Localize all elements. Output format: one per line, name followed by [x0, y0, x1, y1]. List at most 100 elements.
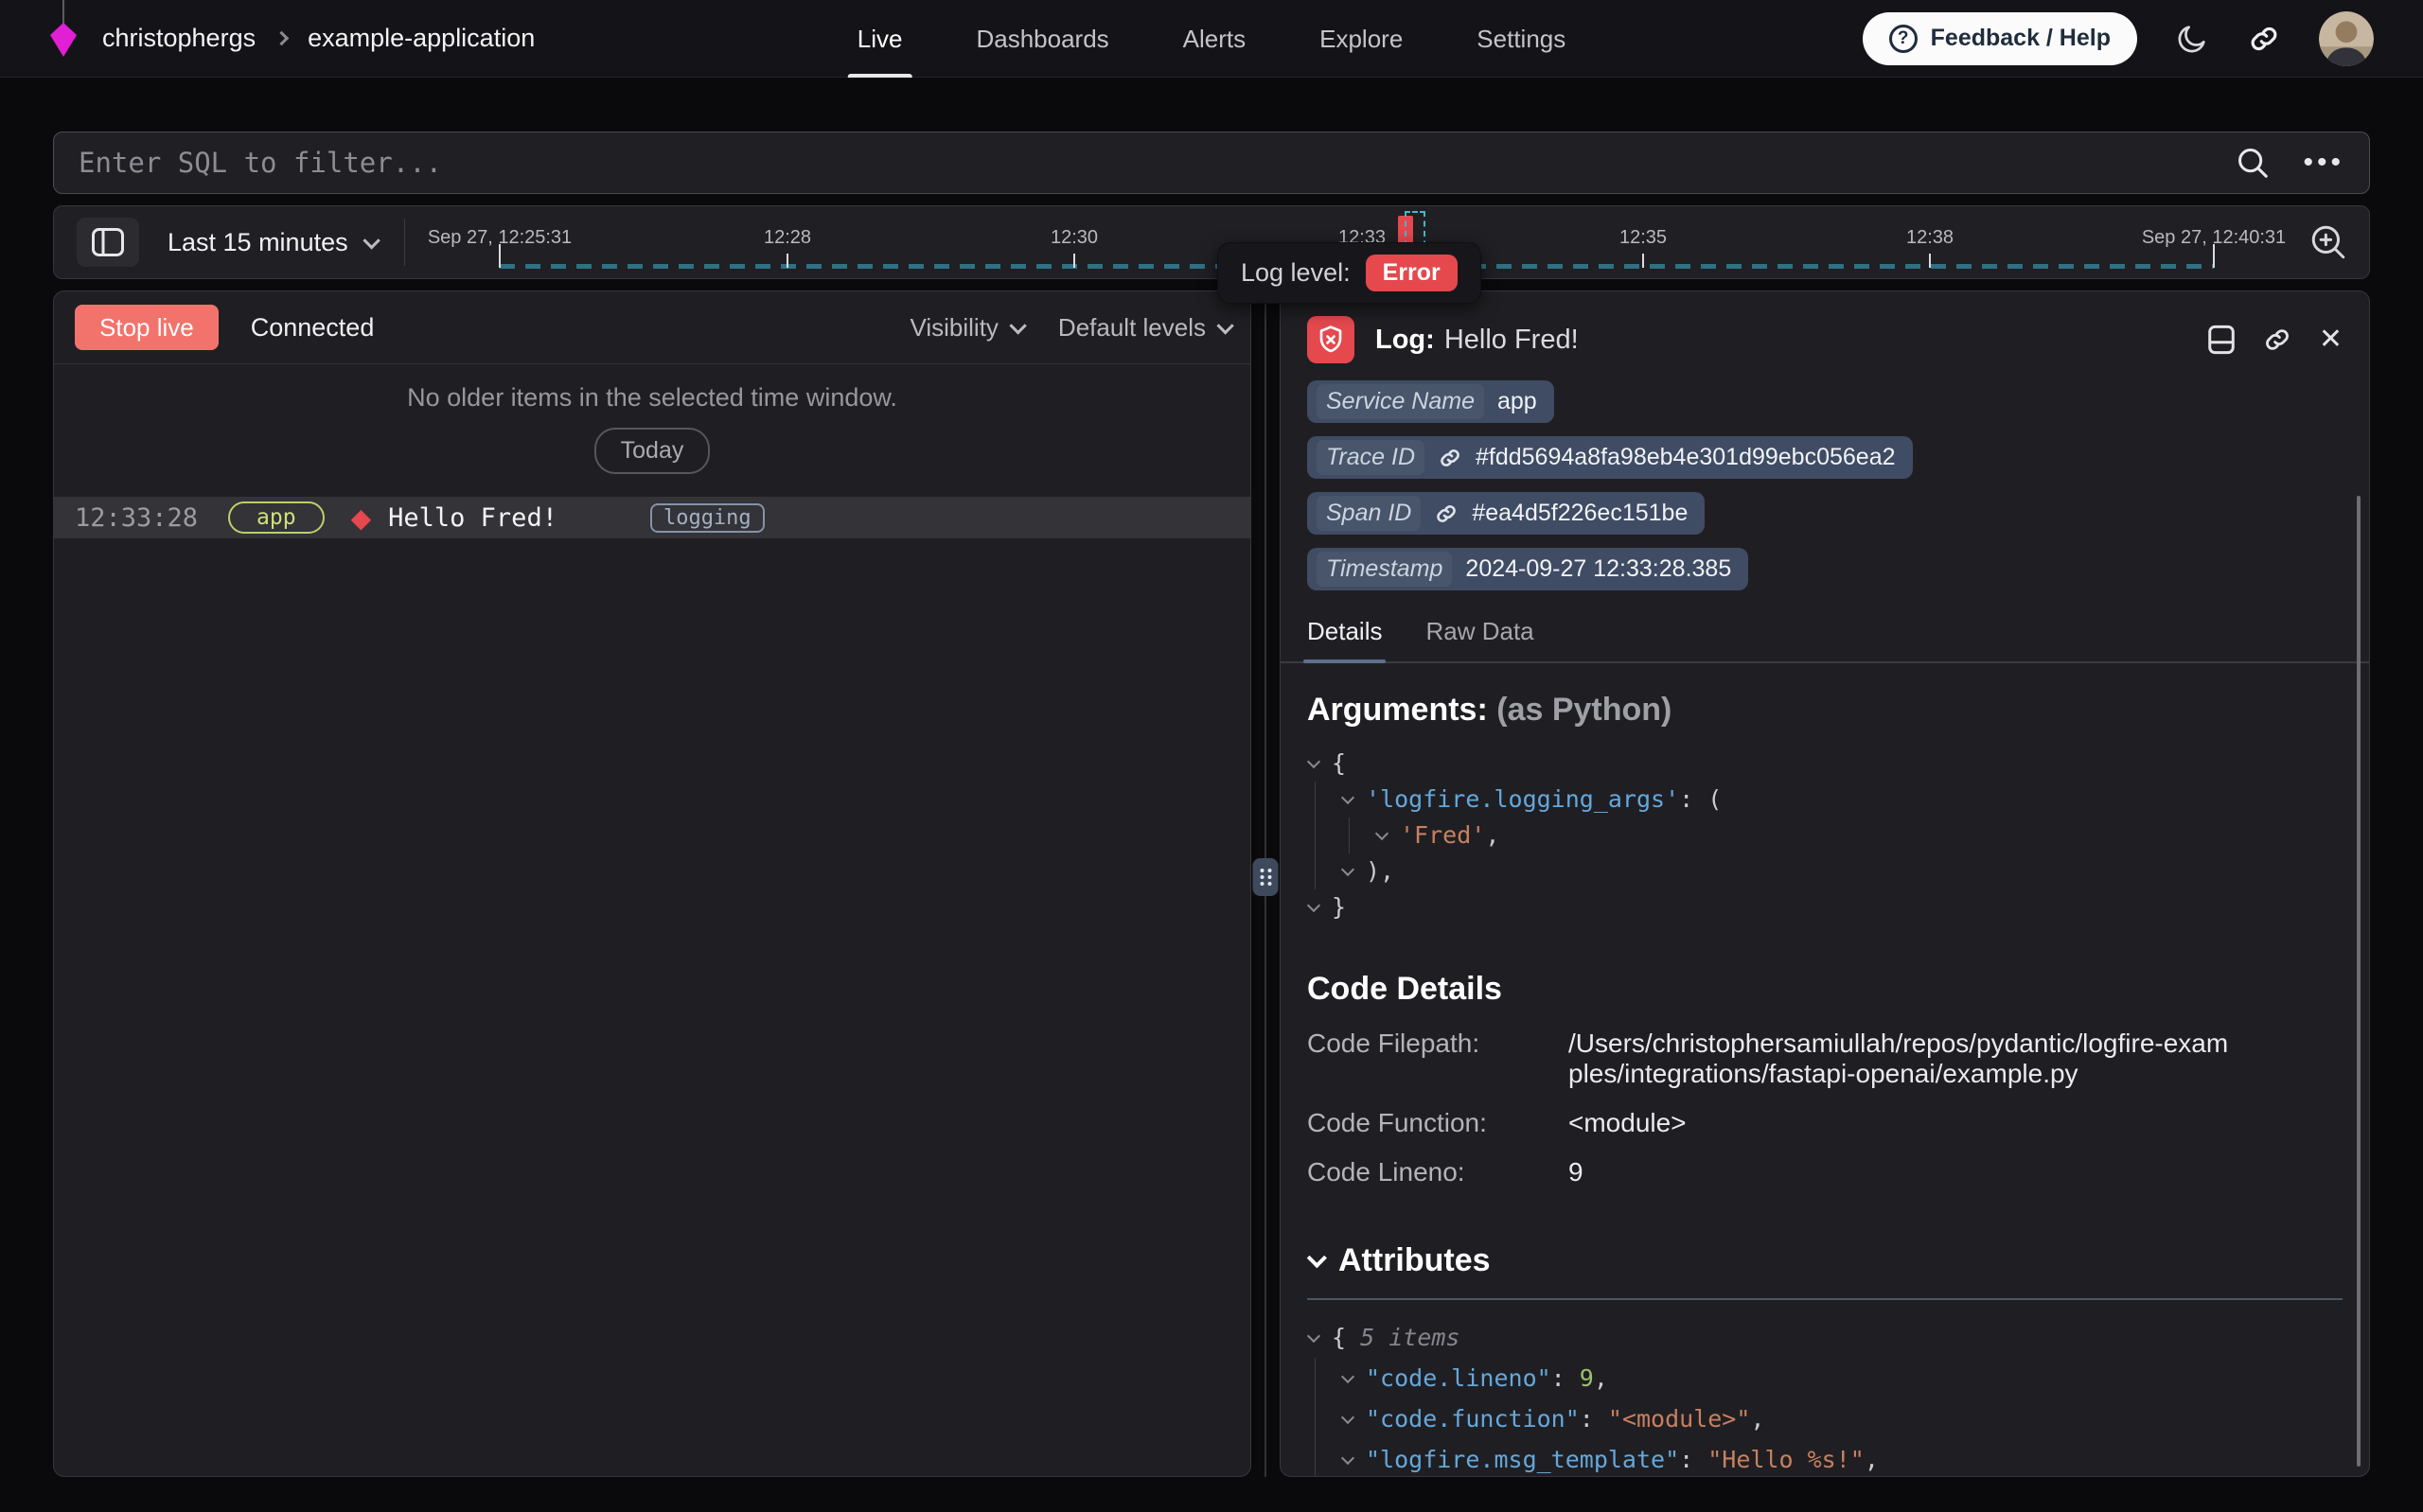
tree-line: 'Fred', [1307, 818, 2343, 853]
breadcrumb-project[interactable]: example-application [308, 24, 535, 53]
token-punct: : ( [1679, 782, 1722, 818]
token-punct: : [1679, 1439, 1707, 1477]
timeline-tick-label: 12:38 [1906, 227, 1954, 249]
code-details-heading: Code Details [1307, 971, 2343, 1008]
sql-filter-input[interactable]: Enter SQL to filter... [79, 147, 2235, 179]
timeline-divider [404, 219, 405, 266]
detail-panel: Log: Hello Fred! ✕ Service Nameapp Trace I… [1280, 290, 2370, 1477]
timeline-tick [2213, 244, 2215, 268]
detail-title-prefix: Log: [1375, 325, 1435, 355]
error-shield-icon [1307, 316, 1354, 363]
connection-status: Connected [251, 313, 375, 343]
attributes-divider [1307, 1298, 2343, 1300]
link-icon [1438, 446, 1462, 470]
filter-menu-button[interactable]: ••• [2303, 149, 2344, 177]
sidebar-toggle-button[interactable] [77, 218, 139, 267]
token-punct: : [1580, 1398, 1608, 1439]
tab-settings[interactable]: Settings [1477, 0, 1565, 78]
collapse-chevron-icon[interactable] [1341, 782, 1366, 818]
collapse-chevron-icon[interactable] [1307, 746, 1332, 782]
tag-pill-value: #fdd5694a8fa98eb4e301d99ebc056ea2 [1476, 444, 1896, 471]
token-key: "code.function" [1366, 1398, 1580, 1439]
timeline-tick [1073, 254, 1075, 268]
tree-line: ), [1307, 853, 2343, 889]
panel-layout-button[interactable] [2207, 324, 2236, 356]
logfire-logo[interactable] [49, 0, 78, 78]
detail-tab-details[interactable]: Details [1307, 617, 1382, 661]
tab-alerts[interactable]: Alerts [1183, 0, 1246, 78]
token-key: "logfire.msg_template" [1366, 1439, 1679, 1477]
detail-header: Log: Hello Fred! ✕ [1281, 291, 2369, 377]
arguments-tree[interactable]: {'logfire.logging_args': ('Fred',),} [1307, 746, 2343, 925]
attributes-tree[interactable]: { 5 items"code.lineno": 9,"code.function… [1307, 1317, 2343, 1477]
empty-state: No older items in the selected time wind… [54, 364, 1250, 474]
timeline-zoom-button[interactable] [2308, 222, 2348, 262]
link-icon [1434, 501, 1459, 526]
tag-pill-span-id[interactable]: Span ID#ea4d5f226ec151be [1307, 492, 1705, 535]
navbar: christophergs example-application Live Da… [0, 0, 2423, 78]
tag-pill-trace-id[interactable]: Trace ID#fdd5694a8fa98eb4e301d99ebc056ea… [1307, 436, 1913, 479]
indent-guide [1349, 818, 1375, 853]
link-icon [2262, 325, 2292, 355]
arguments-subheading: (as Python) [1496, 692, 1671, 728]
log-row[interactable]: 12:33:28 app ◆ Hello Fred! logging [54, 497, 1250, 538]
attributes-header[interactable]: Attributes [1307, 1242, 2343, 1279]
live-panel: Stop live Connected Visibility Default l… [53, 290, 1251, 1477]
nav-tabs: Live Dashboards Alerts Explore Settings [858, 0, 1565, 78]
chevron-down-icon [1307, 1248, 1327, 1268]
collapse-chevron-icon[interactable] [1307, 1317, 1332, 1358]
zoom-in-icon [2308, 222, 2348, 262]
today-button[interactable]: Today [594, 428, 711, 474]
stop-live-button[interactable]: Stop live [75, 305, 219, 350]
token-str: "<module>" [1608, 1398, 1751, 1439]
close-icon: ✕ [2319, 325, 2343, 354]
token-punct: , [1594, 1358, 1608, 1398]
question-circle-icon: ? [1889, 25, 1918, 53]
default-levels-dropdown[interactable]: Default levels [1058, 313, 1229, 343]
detail-scrollbar[interactable] [2357, 496, 2361, 1467]
tag-pill-timestamp[interactable]: Timestamp2024-09-27 12:33:28.385 [1307, 548, 1748, 590]
time-range-dropdown[interactable]: Last 15 minutes [168, 228, 376, 257]
panel-splitter[interactable] [1251, 290, 1280, 1477]
breadcrumb: christophergs example-application [102, 24, 535, 53]
indent-guide [1315, 818, 1341, 853]
tag-pill-service-name[interactable]: Service Nameapp [1307, 380, 1554, 423]
token-key: "code.lineno" [1366, 1358, 1551, 1398]
error-level-badge: Error [1366, 255, 1458, 291]
tree-line: "logfire.msg_template": "Hello %s!", [1307, 1439, 2343, 1477]
ellipsis-icon: ••• [2303, 149, 2344, 177]
detail-tabs: Details Raw Data [1281, 617, 2369, 663]
arguments-heading: Arguments: (as Python) [1307, 692, 2343, 729]
tab-dashboards[interactable]: Dashboards [976, 0, 1108, 78]
token-punct: } [1332, 889, 1346, 925]
tab-live[interactable]: Live [858, 0, 903, 78]
token-punct: , [1865, 1439, 1879, 1477]
chevron-down-icon [363, 232, 380, 249]
search-button[interactable] [2235, 145, 2271, 181]
token-punct: { [1332, 746, 1346, 782]
theme-toggle-button[interactable] [2175, 22, 2209, 56]
share-link-button[interactable] [2247, 22, 2281, 56]
code-details-section: Code Details Code Filepath:/Users/christ… [1307, 971, 2343, 1187]
indent-guide [1315, 1398, 1341, 1439]
detail-tab-raw-data[interactable]: Raw Data [1425, 617, 1533, 661]
sidebar-toggle-icon [91, 227, 125, 257]
empty-message: No older items in the selected time wind… [54, 383, 1250, 413]
timeline-bar: Last 15 minutes Sep 27, 12:25:3112:2812:… [53, 205, 2370, 279]
user-avatar[interactable] [2319, 11, 2374, 66]
main-area: Stop live Connected Visibility Default l… [53, 290, 2370, 1477]
detail-title-text: Hello Fred! [1444, 325, 1579, 355]
detail-title: Log: Hello Fred! [1375, 325, 1579, 356]
tab-explore[interactable]: Explore [1319, 0, 1403, 78]
logfire-diamond-icon [50, 23, 77, 57]
timeline-tick [787, 254, 788, 268]
copy-link-button[interactable] [2262, 325, 2292, 355]
chevron-down-icon [1216, 317, 1233, 334]
grip-dots-icon [1261, 869, 1265, 872]
breadcrumb-org[interactable]: christophergs [102, 24, 256, 53]
code-detail-value: 9 [1568, 1157, 2231, 1187]
visibility-dropdown[interactable]: Visibility [910, 313, 1021, 343]
close-detail-button[interactable]: ✕ [2319, 325, 2343, 354]
splitter-grip-handle[interactable] [1253, 858, 1279, 896]
feedback-help-button[interactable]: ? Feedback / Help [1863, 12, 2137, 65]
